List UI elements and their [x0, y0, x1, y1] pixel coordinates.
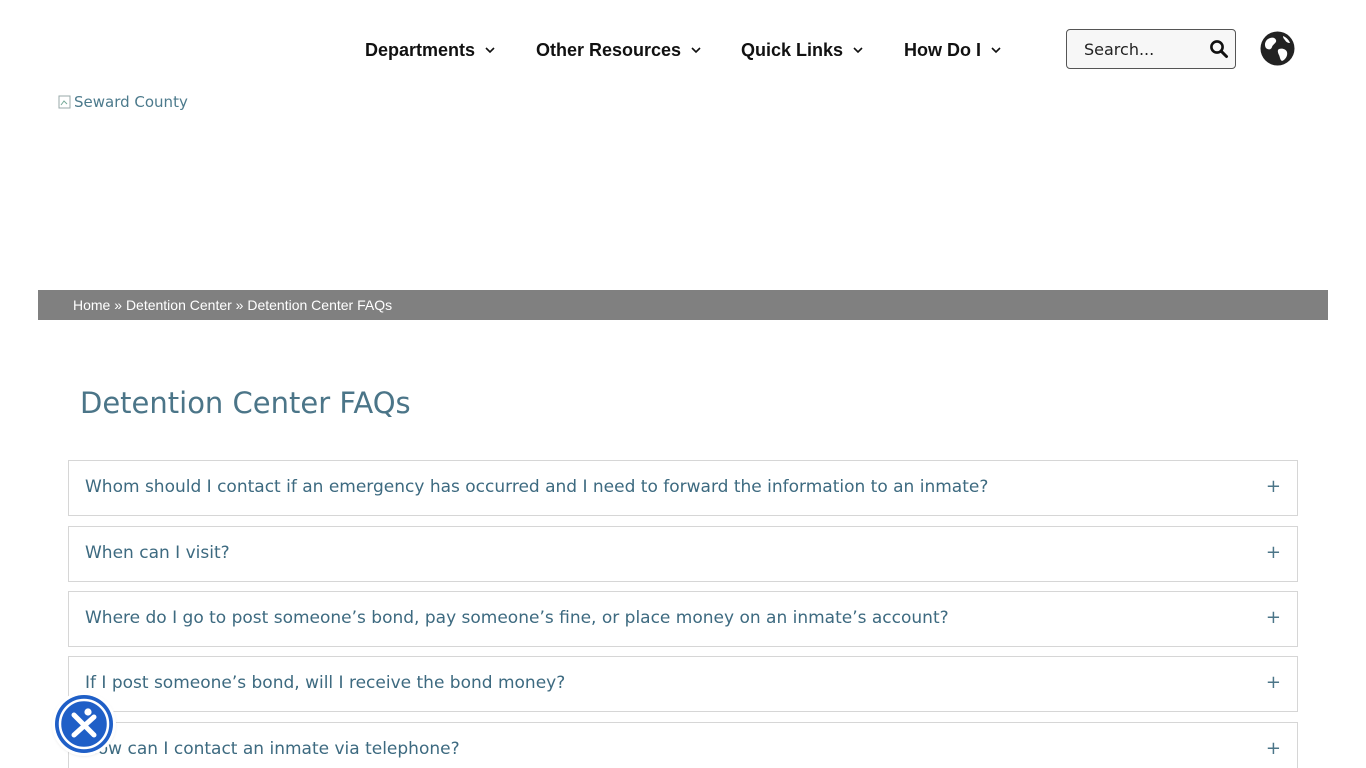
breadcrumb-home[interactable]: Home — [73, 297, 110, 313]
faq-question: Whom should I contact if an emergency ha… — [85, 477, 989, 497]
expand-plus-icon[interactable]: + — [1266, 476, 1281, 497]
faq-question: When can I visit? — [85, 543, 230, 563]
search-icon[interactable] — [1209, 39, 1229, 59]
accessibility-icon — [58, 698, 110, 750]
chevron-down-icon — [991, 47, 1001, 54]
nav-how-do-i-label: How Do I — [904, 39, 981, 60]
faq-item[interactable]: Whom should I contact if an emergency ha… — [68, 460, 1298, 516]
nav-departments[interactable]: Departments — [365, 36, 496, 64]
nav-quick-links-label: Quick Links — [741, 39, 844, 60]
search-input[interactable] — [1067, 30, 1207, 68]
faq-question: How can I contact an inmate via telephon… — [85, 739, 460, 759]
nav-other-resources[interactable]: Other Resources — [536, 36, 702, 64]
breadcrumb: Home » Detention Center » Detention Cent… — [73, 297, 392, 313]
faq-item[interactable]: Where do I go to post someone’s bond, pa… — [68, 591, 1298, 647]
accessibility-button[interactable] — [55, 695, 113, 753]
globe-icon[interactable] — [1259, 30, 1296, 67]
nav-departments-label: Departments — [365, 39, 476, 60]
breadcrumb-detention-center[interactable]: Detention Center — [126, 297, 232, 313]
expand-plus-icon[interactable]: + — [1266, 738, 1281, 759]
faq-item[interactable]: If I post someone’s bond, will I receive… — [68, 656, 1298, 712]
chevron-down-icon — [691, 47, 701, 54]
nav-quick-links[interactable]: Quick Links — [741, 36, 864, 64]
nav-other-resources-label: Other Resources — [536, 39, 682, 60]
faq-item[interactable]: When can I visit? + — [68, 526, 1298, 582]
site-logo[interactable]: Seward County — [58, 93, 188, 111]
top-navigation: Departments Other Resources Quick Links … — [0, 0, 1366, 100]
faq-item[interactable]: How can I contact an inmate via telephon… — [68, 722, 1298, 768]
expand-plus-icon[interactable]: + — [1266, 607, 1281, 628]
site-logo-alt-text: Seward County — [74, 93, 188, 111]
chevron-down-icon — [485, 47, 495, 54]
breadcrumb-separator: » — [114, 297, 123, 313]
expand-plus-icon[interactable]: + — [1266, 672, 1281, 693]
breadcrumb-bar: Home » Detention Center » Detention Cent… — [38, 290, 1328, 320]
chevron-down-icon — [853, 47, 863, 54]
faq-question: If I post someone’s bond, will I receive… — [85, 673, 566, 693]
page-title: Detention Center FAQs — [80, 386, 411, 420]
breadcrumb-current: Detention Center FAQs — [247, 297, 393, 313]
expand-plus-icon[interactable]: + — [1266, 542, 1281, 563]
faq-question: Where do I go to post someone’s bond, pa… — [85, 608, 949, 628]
breadcrumb-separator: » — [235, 297, 244, 313]
broken-image-icon — [58, 95, 71, 109]
search-box — [1066, 29, 1236, 69]
nav-how-do-i[interactable]: How Do I — [904, 36, 1002, 64]
